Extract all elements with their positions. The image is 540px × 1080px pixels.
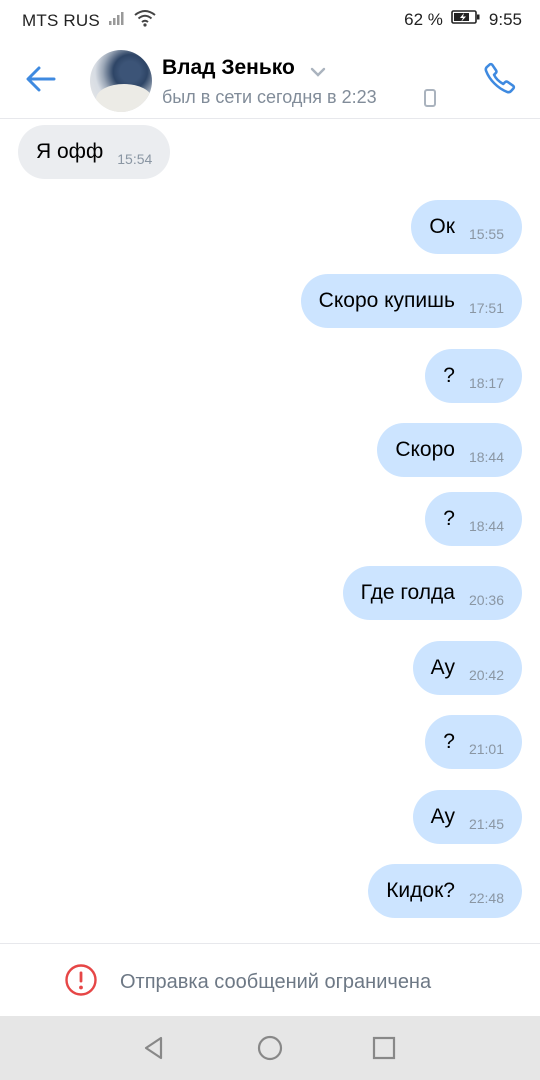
message-time: 15:55: [468, 226, 504, 242]
contact-name[interactable]: Влад Зенько: [162, 56, 295, 80]
nav-recents-button[interactable]: [368, 1032, 400, 1064]
square-recents-icon: [372, 1036, 396, 1060]
message-time: 22:48: [468, 890, 504, 906]
arrow-left-icon: [26, 66, 56, 92]
message-bubble-outgoing[interactable]: Скоро купишь 17:51: [300, 274, 522, 328]
message-bubble-outgoing[interactable]: Ау 20:42: [412, 641, 522, 695]
message-bubble-outgoing[interactable]: Ок 15:55: [411, 200, 522, 254]
carrier-name: MTS RUS: [22, 10, 100, 30]
status-left: MTS RUS: [22, 9, 156, 32]
message-bubble-outgoing[interactable]: Ау 21:45: [412, 790, 522, 844]
message-bubble-outgoing[interactable]: Кидок? 22:48: [368, 864, 522, 918]
message-bubble-outgoing[interactable]: Где голда 20:36: [342, 566, 522, 620]
restriction-content: Отправка сообщений ограничена: [64, 963, 431, 1002]
message-time: 18:44: [468, 449, 504, 465]
message-time: 15:54: [117, 151, 153, 167]
wifi-icon: [134, 9, 156, 32]
call-button[interactable]: [480, 58, 520, 98]
message-text: ?: [443, 730, 455, 753]
avatar-image-detail: [96, 84, 152, 112]
message-text: Ау: [430, 805, 455, 828]
restriction-text: Отправка сообщений ограничена: [120, 971, 432, 993]
message-text: Скоро: [395, 438, 455, 461]
message-time: 18:44: [468, 518, 504, 534]
message-time: 21:45: [468, 816, 504, 832]
status-right: 62 % 9:55: [404, 9, 522, 30]
message-time: 21:01: [468, 741, 504, 757]
chat-header: Влад Зенько был в сети сегодня в 2:23: [0, 38, 540, 119]
message-time: 17:51: [468, 300, 504, 316]
message-bubble-incoming[interactable]: Я офф 15:54: [18, 125, 171, 179]
mobile-device-icon: [424, 89, 436, 112]
phone-icon: [484, 62, 516, 94]
message-restriction-banner: Отправка сообщений ограничена: [0, 943, 540, 1017]
message-text: Кидок?: [386, 879, 455, 902]
message-time: 20:36: [468, 592, 504, 608]
last-seen-status: был в сети сегодня в 2:23: [162, 87, 377, 107]
system-navigation-bar: [0, 1016, 540, 1080]
battery-icon: [451, 9, 481, 30]
message-text: Скоро купишь: [318, 289, 455, 312]
message-time: 18:17: [468, 375, 504, 391]
back-button[interactable]: [22, 60, 60, 98]
message-text: Ок: [429, 215, 455, 238]
message-text: Я офф: [36, 140, 104, 163]
message-list: Я офф 15:54 Ок 15:55 Скоро купишь 17:51 …: [0, 118, 540, 943]
message-text: Ау: [430, 656, 455, 679]
signal-icon: [108, 10, 126, 31]
avatar[interactable]: [90, 50, 152, 112]
nav-home-button[interactable]: [254, 1032, 286, 1064]
message-text: Где голда: [360, 581, 455, 604]
message-bubble-outgoing[interactable]: ? 18:17: [425, 349, 522, 403]
message-bubble-outgoing[interactable]: ? 21:01: [425, 715, 522, 769]
message-time: 20:42: [468, 667, 504, 683]
clock: 9:55: [488, 9, 522, 29]
triangle-back-icon: [144, 1036, 163, 1060]
status-bar: MTS RUS 62 % 9:55: [0, 0, 540, 38]
message-bubble-outgoing[interactable]: Скоро 18:44: [377, 423, 522, 477]
message-bubble-outgoing[interactable]: ? 18:44: [425, 492, 522, 546]
circle-home-icon: [257, 1035, 283, 1061]
warning-icon: [64, 963, 98, 1002]
message-text: ?: [443, 364, 455, 387]
message-text: ?: [443, 507, 455, 530]
nav-back-button[interactable]: [138, 1032, 170, 1064]
battery-percent: 62 %: [404, 9, 443, 29]
chevron-down-icon[interactable]: [310, 64, 326, 82]
